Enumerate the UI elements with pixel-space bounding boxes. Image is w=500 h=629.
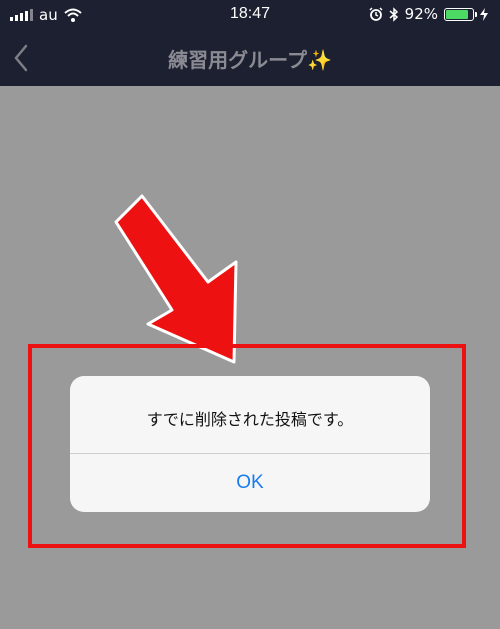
dialog-message: すでに削除された投稿です。 — [146, 410, 354, 429]
nav-bar: 練習用グループ✨ — [0, 30, 500, 86]
status-right: 92% — [369, 5, 488, 23]
page-title: 練習用グループ✨ — [0, 44, 500, 73]
sparkles-icon: ✨ — [306, 48, 332, 72]
alert-dialog: すでに削除された投稿です。 OK — [70, 376, 430, 512]
ok-button[interactable]: OK — [70, 454, 430, 512]
battery-icon — [444, 7, 477, 21]
page-title-text: 練習用グループ — [168, 48, 307, 72]
battery-fill — [446, 9, 469, 19]
charging-icon — [480, 7, 488, 21]
arrow-down-right-icon — [114, 194, 238, 364]
status-bar: au 18:47 92% — [0, 0, 500, 30]
battery-percent: 92% — [404, 5, 438, 23]
bluetooth-icon — [389, 6, 398, 22]
alarm-icon — [369, 7, 383, 21]
